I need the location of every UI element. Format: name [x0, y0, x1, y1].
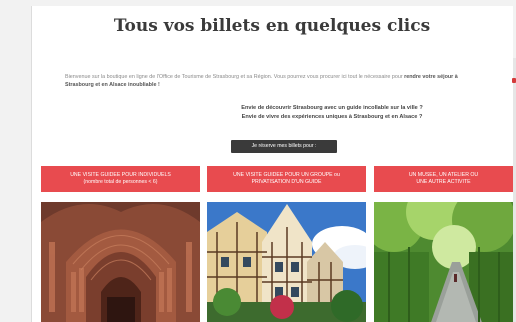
intro-text: Bienvenue sur la boutique en ligne de l'…: [65, 73, 485, 89]
forest-path-photo[interactable]: [374, 202, 513, 322]
adjacent-panel-marker: [512, 78, 516, 83]
half-timbered-houses-photo[interactable]: [207, 202, 366, 322]
category-individual-tour-button[interactable]: UNE VISITE GUIDEE POUR INDIVIDUELS (nomb…: [41, 166, 200, 192]
page: Tous vos billets en quelques clics Bienv…: [0, 0, 516, 322]
category-label-line: UNE AUTRE ACTIVITE: [416, 179, 471, 185]
cathedral-portal-photo[interactable]: [41, 202, 200, 322]
category-group-tour-button[interactable]: UNE VISITE GUIDEE POUR UN GROUPE ou PRIV…: [207, 166, 366, 192]
category-label-line: PRIVATISATION D'UN GUIDE: [251, 179, 322, 185]
question-guide: Envie de découvrir Strasbourg avec un gu…: [241, 105, 423, 111]
question-experiences: Envie de vivre des expériences uniques à…: [241, 114, 423, 120]
category-museum-activity-button[interactable]: UN MUSEE, UN ATELIER OU UNE AUTRE ACTIVI…: [374, 166, 513, 192]
book-tickets-button[interactable]: Je réserve mes billets pour :: [231, 140, 337, 153]
questions-block: Envie de découvrir Strasbourg avec un gu…: [31, 104, 513, 122]
panel-left-border: [31, 6, 32, 322]
category-label-line: UN MUSEE, UN ATELIER OU: [408, 172, 479, 178]
page-title: Tous vos billets en quelques clics: [113, 16, 431, 36]
category-label-line: UNE VISITE GUIDEE POUR UN GROUPE ou: [233, 172, 340, 178]
content-panel: Tous vos billets en quelques clics Bienv…: [31, 6, 513, 322]
category-label-line: (nombre total de personnes < 6): [83, 179, 158, 185]
category-label-line: UNE VISITE GUIDEE POUR INDIVIDUELS: [70, 172, 171, 178]
intro-text-plain: Bienvenue sur la boutique en ligne de l'…: [65, 74, 405, 80]
